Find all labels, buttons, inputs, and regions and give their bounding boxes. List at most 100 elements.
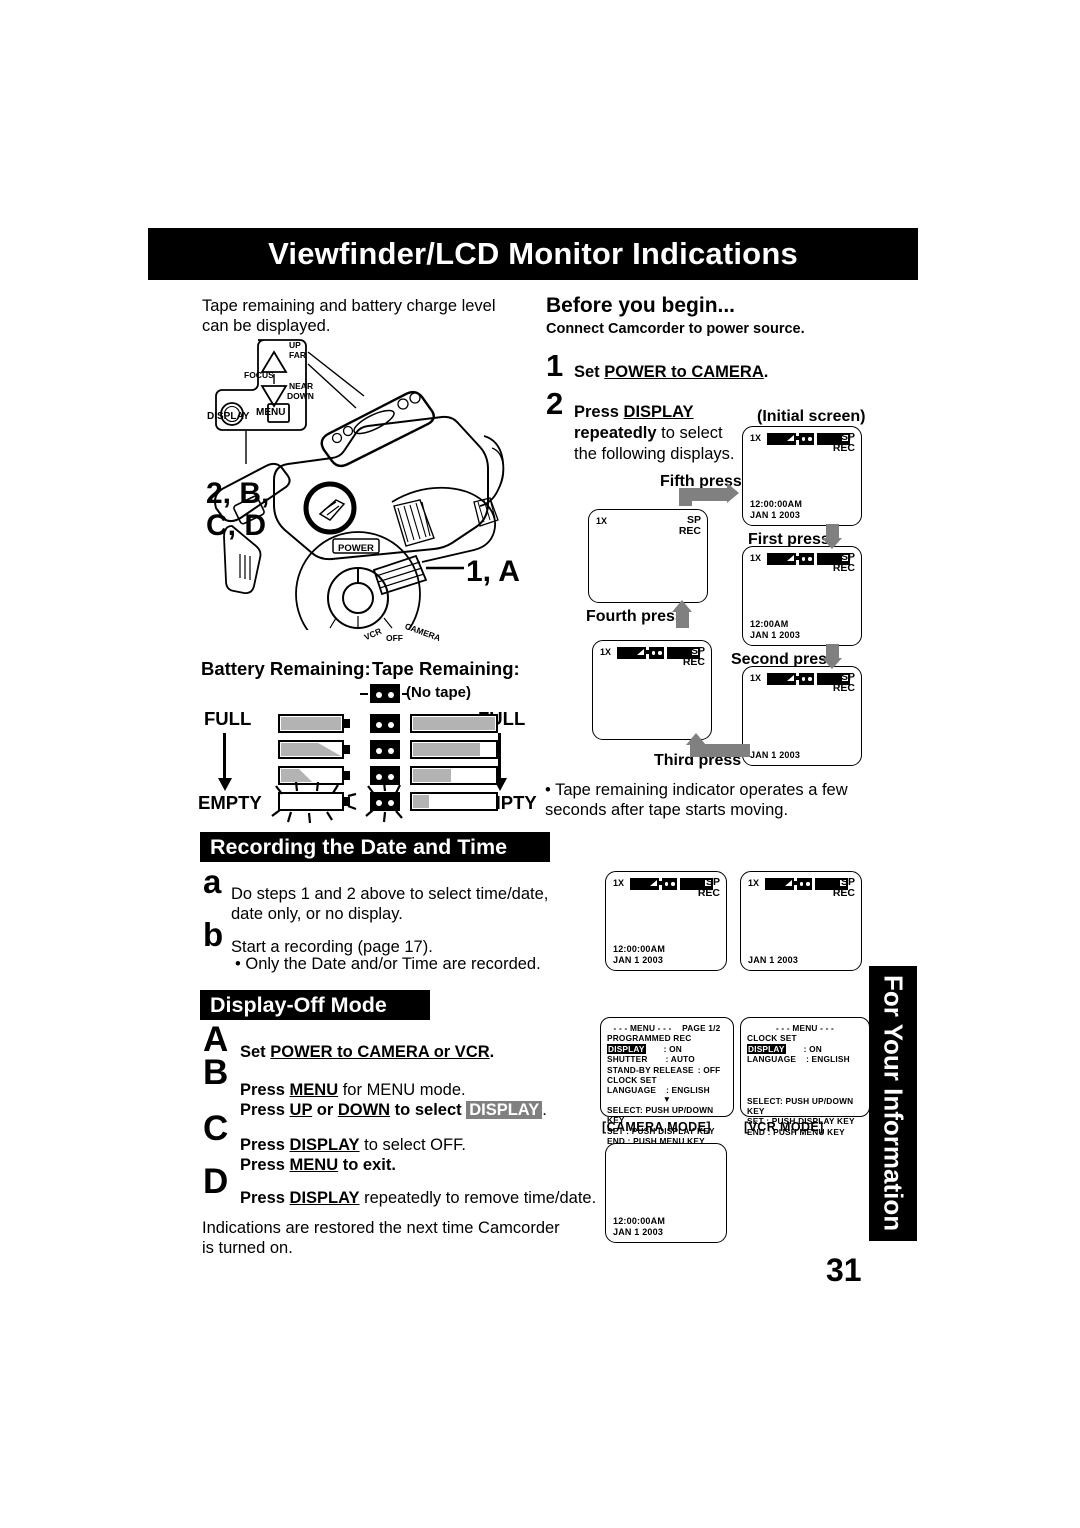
camera-menu-row-3[interactable]: STAND-BY RELEASE: OFF	[607, 1065, 727, 1075]
tape-bar-large	[410, 792, 498, 811]
screen-third-press: 1X SP REC	[592, 640, 712, 740]
battery-empty-label: EMPTY	[198, 792, 262, 813]
callout-1-a: 1, A	[466, 555, 520, 588]
battery-blink-rays	[271, 782, 357, 824]
no-tape-label: (No tape)	[406, 684, 471, 701]
item-B-letter: B	[203, 1053, 229, 1092]
item-B-line2-lead: Press	[240, 1101, 290, 1119]
arrow-first-to-second	[826, 644, 839, 658]
item-B-display-chip: DISPLAY	[466, 1101, 543, 1119]
tape-level-1	[370, 740, 498, 759]
rec-label: REC	[697, 887, 720, 899]
arrow-initial-to-first	[826, 524, 839, 538]
item-B-line2-link1: UP	[289, 1101, 313, 1119]
step-1-text: Set POWER to CAMERA.	[574, 362, 854, 383]
battery-arrow-shaft	[223, 733, 226, 779]
label-far: FAR	[289, 350, 306, 360]
callout-line1: 2, B,	[206, 477, 270, 510]
camera-menu-row-4[interactable]: CLOCK SET	[607, 1075, 727, 1085]
vcr-menu-title: - - - MENU - - -	[775, 1023, 835, 1033]
no-tape-dash-left	[360, 693, 368, 695]
date-screen-2: 1X SP REC JAN 1 2003	[740, 871, 862, 971]
vcr-menu-row-0[interactable]: CLOCK SET	[747, 1033, 863, 1043]
battery-level-1	[278, 740, 350, 759]
row-value: : ENGLISH	[806, 1054, 850, 1065]
battery-arrow-head	[218, 778, 232, 791]
rec-label: REC	[832, 442, 855, 454]
label-focus: FOCUS	[244, 370, 274, 380]
label-power: POWER	[338, 543, 374, 554]
row-value: : ON	[663, 1043, 682, 1054]
row-label: STAND-BY RELEASE	[607, 1064, 694, 1075]
camera-menu-row-0[interactable]: PROGRAMMED REC	[607, 1033, 727, 1043]
time-text: 12:00:00AM	[613, 1216, 666, 1226]
item-B-line2-tail: to select	[390, 1101, 467, 1119]
arrow-initial-to-first-head	[822, 538, 842, 549]
screen-initial-zoom: 1X	[750, 433, 762, 443]
vcr-menu-row-2[interactable]: LANGUAGE: ENGLISH	[747, 1054, 863, 1064]
row-label: DISPLAY	[607, 1043, 646, 1054]
item-A-tail: .	[489, 1043, 495, 1061]
rec-label: REC	[832, 887, 855, 899]
screen-third-mode: SP REC	[683, 646, 705, 668]
item-D-text: Press DISPLAY repeatedly to remove time/…	[240, 1188, 610, 1208]
time-text: 12:00AM	[750, 619, 789, 629]
item-C-line2-tail: to exit.	[338, 1156, 396, 1174]
step-1-link: POWER to CAMERA	[604, 363, 764, 381]
item-D-link: DISPLAY	[289, 1189, 360, 1207]
tape-note: • Tape remaining indicator operates a fe…	[545, 781, 848, 819]
cassette-icon-large	[370, 740, 400, 759]
screen-second-press: 1X SP REC JAN 1 2003	[742, 666, 862, 766]
recording-section-title: Recording the Date and Time	[200, 832, 550, 862]
screen-initial-mode: SP REC	[833, 432, 855, 454]
label-off: OFF	[386, 633, 403, 643]
tape-bar-large	[410, 740, 498, 759]
battery-icon	[767, 553, 799, 565]
row-label: LANGUAGE	[607, 1085, 657, 1096]
screen-third-zoom: 1X	[600, 647, 612, 657]
row-label: PROGRAMMED REC	[607, 1033, 692, 1044]
row-label: CLOCK SET	[607, 1075, 657, 1086]
item-b-letter: b	[203, 916, 224, 953]
camera-menu-row-1[interactable]: DISPLAY : ON	[607, 1043, 727, 1054]
vcr-menu-footer-0: SELECT: PUSH UP/DOWN KEY	[747, 1095, 854, 1117]
cassette-icon-large	[370, 714, 400, 733]
camera-menu-row-2[interactable]: SHUTTER: AUTO	[607, 1054, 727, 1064]
side-tab-label: For Your Information	[878, 975, 909, 1232]
item-B-line1-tail: for MENU mode.	[338, 1081, 466, 1099]
screen-fourth-mode: SP REC	[679, 515, 701, 537]
tape-arrow-shaft	[498, 733, 501, 779]
screen-second-zoom: 1X	[750, 673, 762, 683]
bottom-screen-datetime: 12:00:00AM JAN 1 2003	[613, 1216, 665, 1237]
no-tape-dash-right	[402, 693, 408, 695]
vcr-menu-row-1[interactable]: DISPLAY: ON	[747, 1043, 863, 1054]
item-B-line1-link: MENU	[289, 1081, 339, 1099]
arrow-third-to-fourth	[676, 612, 689, 628]
date-screen-1-zoom: 1X	[613, 878, 625, 888]
row-value: : ENGLISH	[666, 1085, 710, 1096]
item-C-line2-lead: Press	[240, 1156, 290, 1174]
date-text: JAN 1 2003	[748, 954, 799, 965]
side-tab-for-your-information: For Your Information	[869, 966, 917, 1241]
row-value: : AUTO	[665, 1054, 695, 1065]
screen-second-datetime: JAN 1 2003	[750, 750, 800, 761]
battery-full-label: FULL	[204, 708, 252, 729]
display-off-footnote: Indications are restored the next time C…	[202, 1219, 560, 1257]
rec-label: REC	[682, 656, 705, 668]
battery-remaining-title: Battery Remaining:	[201, 658, 371, 679]
screen-fourth-zoom: 1X	[596, 516, 608, 526]
before-you-begin-title: Before you begin...	[546, 294, 736, 317]
tape-remaining-title: Tape Remaining:	[372, 658, 520, 679]
item-A-text: Set POWER to CAMERA or VCR.	[240, 1042, 590, 1062]
initial-screen-label: (Initial screen)	[757, 408, 866, 425]
date-screen-1: 1X SP REC 12:00:00AM JAN 1 2003	[605, 871, 727, 971]
date-text: JAN 1 2003	[750, 629, 801, 640]
date-text: JAN 1 2003	[613, 1226, 664, 1237]
camera-menu-title: - - - MENU - - -	[613, 1023, 672, 1033]
step-2-link: DISPLAY	[623, 403, 694, 421]
cassette-icon	[799, 673, 814, 685]
rec-label: REC	[832, 562, 855, 574]
vcr-mode-label: [VCR MODE]	[744, 1120, 824, 1134]
arrow-second-to-third-head	[686, 733, 706, 745]
camera-menu-header: - - - MENU - - - PAGE 1/2	[607, 1023, 727, 1033]
